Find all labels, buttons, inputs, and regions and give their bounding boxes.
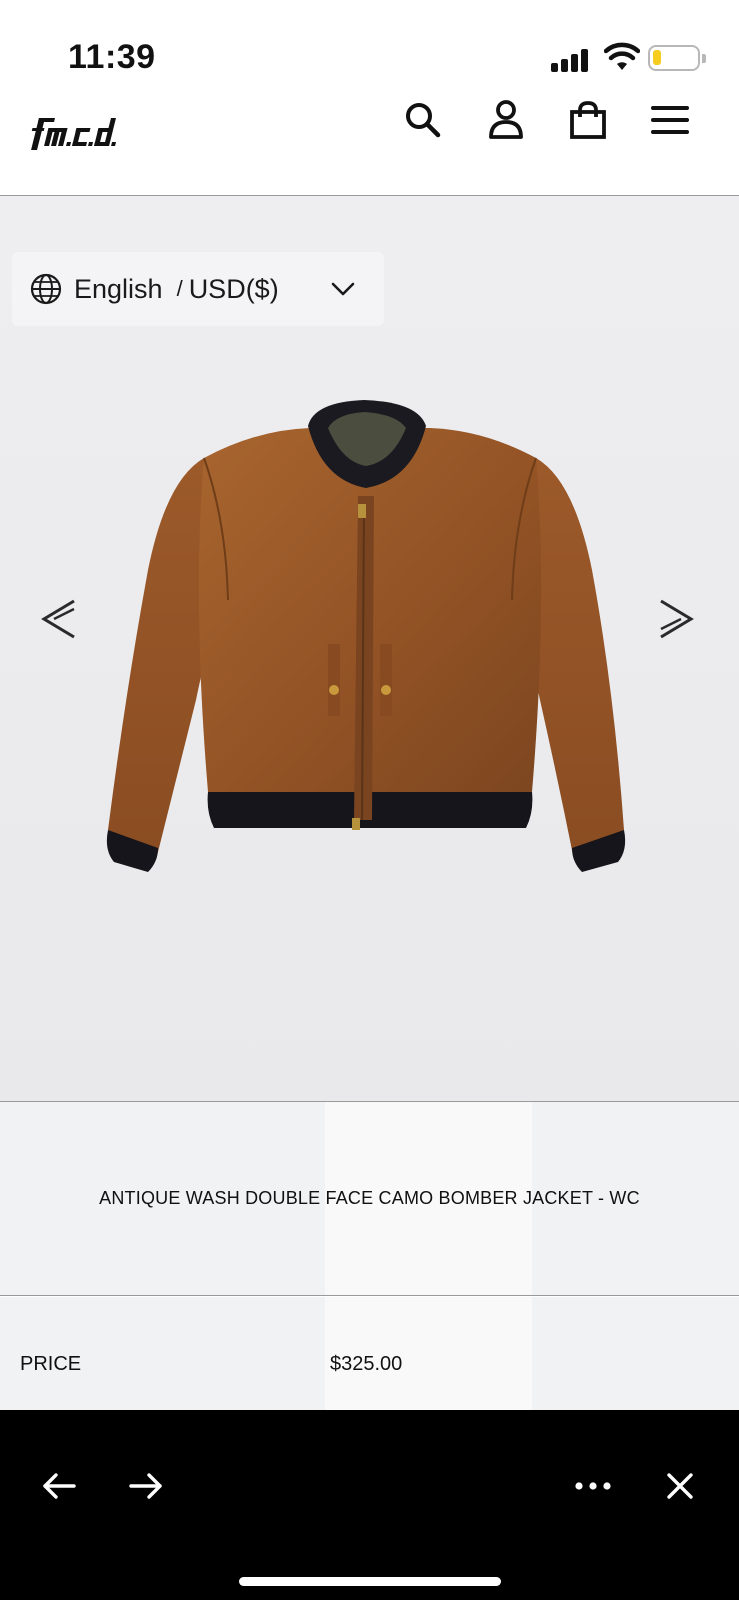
signal-icon: [551, 48, 591, 72]
back-arrow-icon: [43, 1473, 76, 1499]
back-button[interactable]: [35, 1462, 83, 1510]
brand-logo[interactable]: [30, 106, 130, 156]
language-label: English: [74, 273, 163, 304]
chevron-double-left-icon: [41, 599, 75, 639]
price-row: PRICE $325.00: [0, 1297, 739, 1410]
price-value: $325.00: [330, 1353, 403, 1375]
more-button[interactable]: [569, 1462, 617, 1510]
home-indicator[interactable]: [239, 1577, 501, 1586]
battery-level: [653, 50, 661, 65]
product-image[interactable]: [96, 400, 644, 880]
menu-icon[interactable]: [648, 98, 692, 142]
previous-image-button[interactable]: [33, 594, 83, 644]
status-time: 11:39: [68, 38, 156, 76]
product-gallery: English / USD($): [0, 196, 739, 1102]
chevron-double-right-icon: [660, 599, 694, 639]
locale-separator: /: [176, 276, 183, 301]
browser-toolbar: [0, 1410, 739, 1600]
status-bar: 11:39: [0, 0, 739, 100]
more-icon: [575, 1482, 611, 1490]
search-icon[interactable]: [401, 98, 445, 142]
currency-label: USD($): [188, 273, 279, 304]
language-currency-selector[interactable]: English / USD($): [12, 252, 384, 326]
close-button[interactable]: [656, 1462, 704, 1510]
cart-icon[interactable]: [566, 98, 610, 142]
chevron-down-icon: [331, 282, 355, 296]
account-icon[interactable]: [484, 98, 528, 142]
wifi-icon: [604, 42, 640, 70]
price-label: PRICE: [20, 1353, 82, 1375]
globe-icon: [30, 273, 62, 305]
battery-icon: [648, 45, 700, 71]
product-title: ANTIQUE WASH DOUBLE FACE CAMO BOMBER JAC…: [99, 1188, 640, 1208]
forward-button[interactable]: [122, 1462, 170, 1510]
product-title-row: ANTIQUE WASH DOUBLE FACE CAMO BOMBER JAC…: [0, 1102, 739, 1296]
next-image-button[interactable]: [652, 594, 702, 644]
site-header: [0, 98, 739, 196]
battery-cap: [702, 54, 706, 63]
close-icon: [667, 1473, 693, 1499]
forward-arrow-icon: [129, 1473, 162, 1499]
